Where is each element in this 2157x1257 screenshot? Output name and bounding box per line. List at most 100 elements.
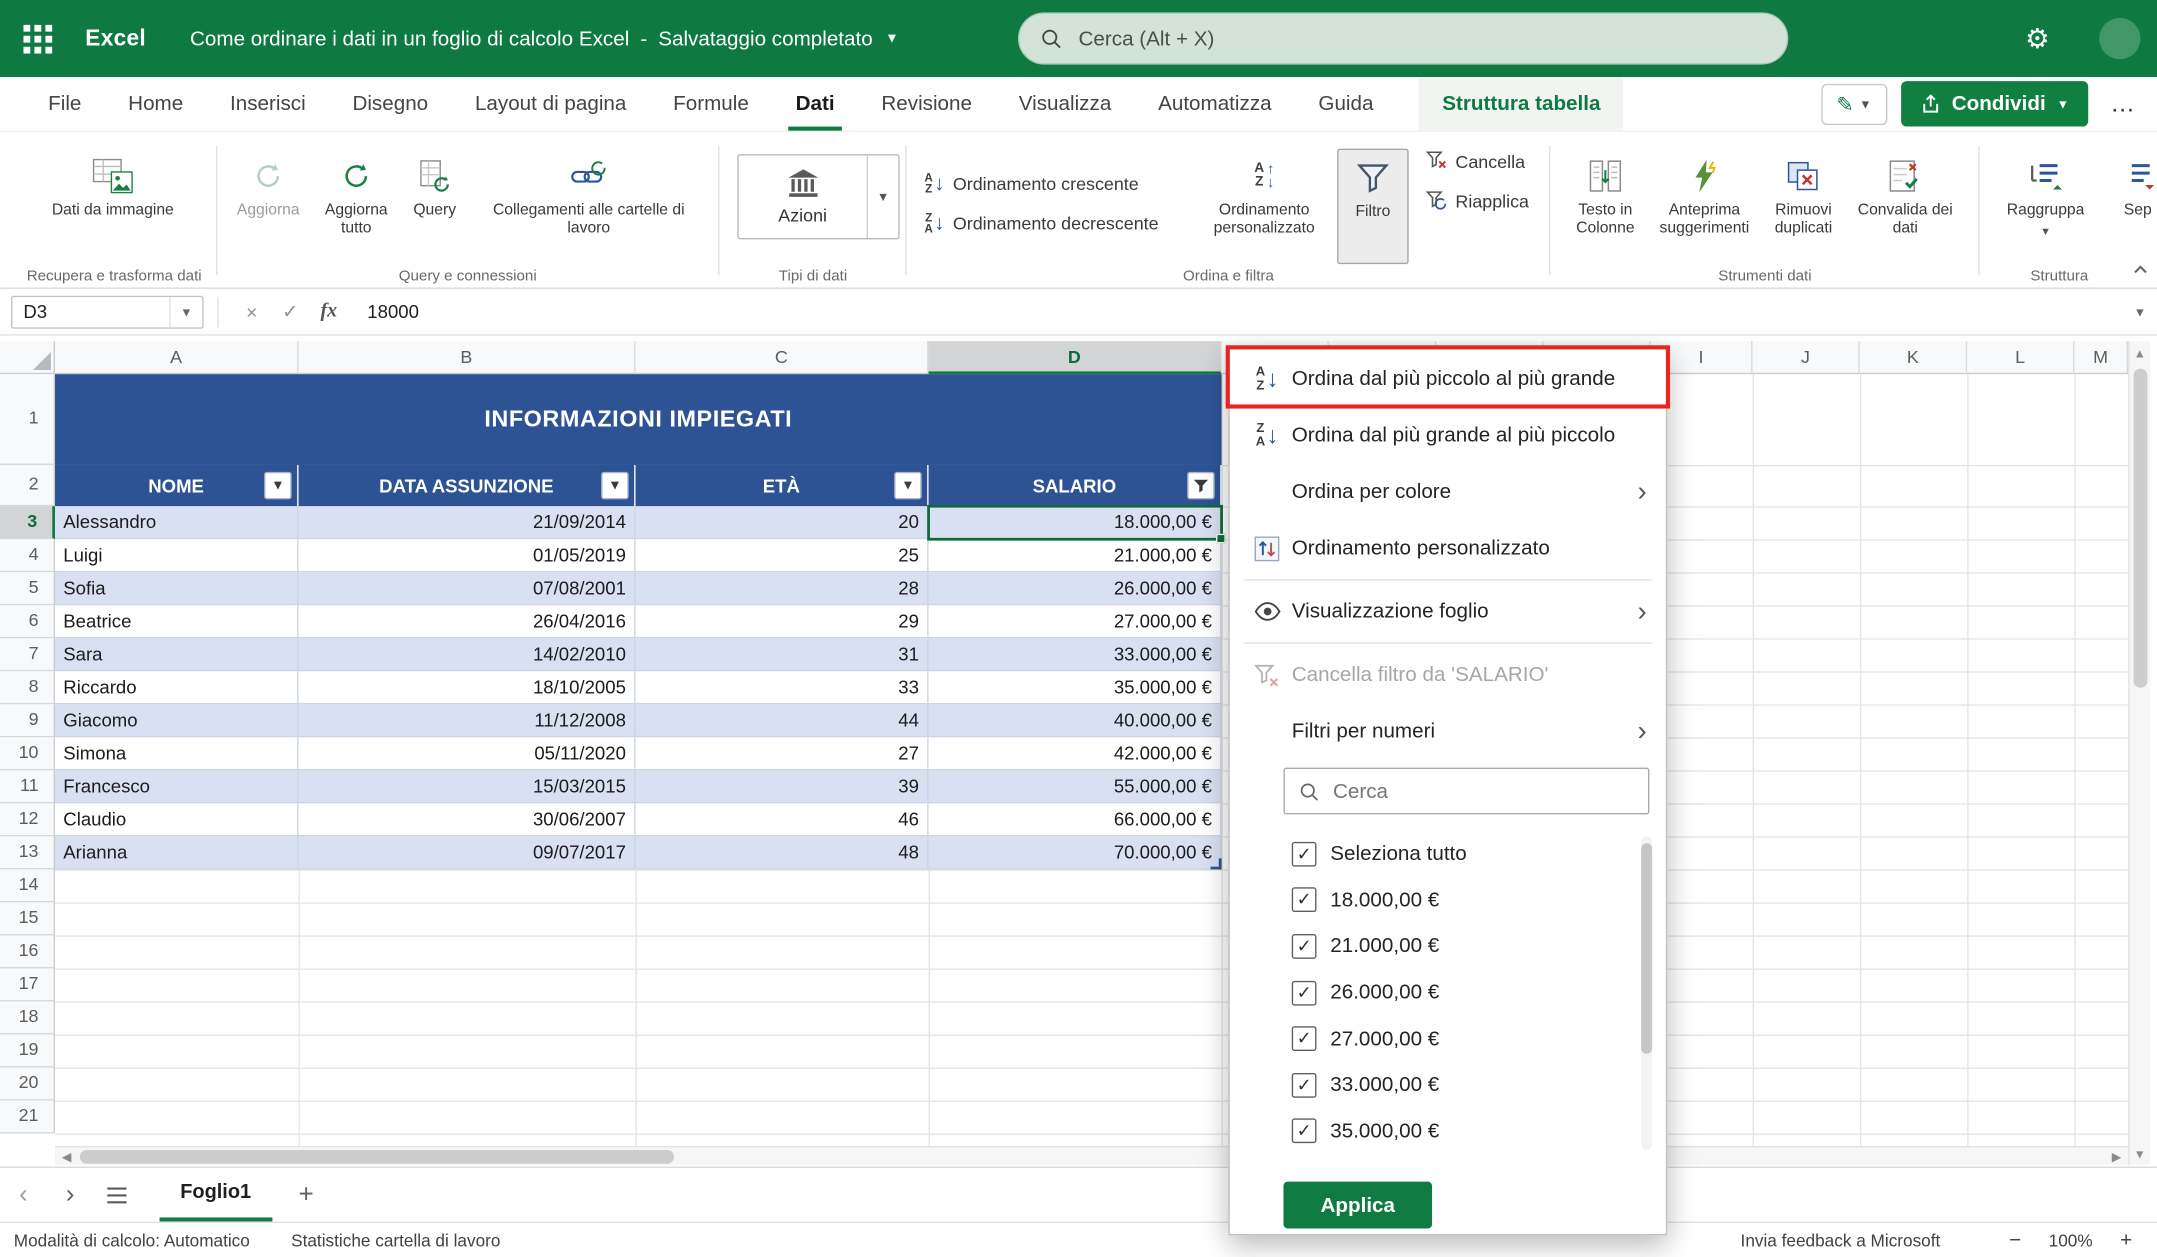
horizontal-scroll-thumb[interactable] — [80, 1150, 674, 1164]
refresh-all-button[interactable]: Aggiorna tutto — [314, 149, 399, 265]
table-cell[interactable]: Giacomo — [55, 704, 298, 737]
checkbox-checked-icon[interactable]: ✓ — [1292, 1073, 1317, 1098]
table-cell[interactable]: 20 — [636, 506, 929, 539]
table-cell[interactable]: Sara — [55, 638, 298, 671]
data-from-picture-button[interactable]: Dati da immagine — [41, 149, 184, 265]
table-cell[interactable]: 21/09/2014 — [299, 506, 636, 539]
table-cell[interactable]: 35.000,00 € — [929, 671, 1222, 704]
apply-button[interactable]: Applica — [1283, 1182, 1432, 1229]
ribbon-tab-formule[interactable]: Formule — [650, 77, 772, 131]
table-cell[interactable]: 26/04/2016 — [299, 605, 636, 638]
sheet-nav-prev-button[interactable]: ‹ — [0, 1171, 47, 1218]
row-header-6[interactable]: 6 — [0, 605, 55, 638]
row-header-7[interactable]: 7 — [0, 638, 55, 671]
table-cell[interactable]: 33 — [636, 671, 929, 704]
scroll-up-icon[interactable]: ▲ — [2129, 347, 2150, 361]
row-header-8[interactable]: 8 — [0, 671, 55, 704]
checkbox-checked-icon[interactable]: ✓ — [1292, 842, 1317, 867]
menu-item-visualizzazione-foglio[interactable]: Visualizzazione foglio› — [1230, 583, 1666, 639]
row-header-13[interactable]: 13 — [0, 836, 55, 869]
table-cell[interactable]: Francesco — [55, 770, 298, 803]
custom-sort-button[interactable]: AZ↑↓ Ordinamento personalizzato — [1202, 149, 1326, 265]
zoom-out-button[interactable]: − — [2006, 1228, 2024, 1251]
confirm-entry-button[interactable]: ✓ — [271, 295, 310, 328]
vertical-scrollbar[interactable]: ▲ ▼ — [2128, 341, 2150, 1165]
table-resize-handle[interactable] — [1211, 858, 1222, 869]
table-cell[interactable]: 26.000,00 € — [929, 572, 1222, 605]
row-header-5[interactable]: 5 — [0, 572, 55, 605]
ribbon-tab-inserisci[interactable]: Inserisci — [207, 77, 329, 131]
table-cell[interactable]: 25 — [636, 539, 929, 572]
search-input[interactable] — [1076, 25, 1767, 51]
draw-pen-dropdown[interactable]: ✎▼ — [1821, 83, 1887, 124]
table-cell[interactable]: 70.000,00 € — [929, 836, 1222, 869]
row-header-10[interactable]: 10 — [0, 737, 55, 770]
filter-list-scroll-thumb[interactable] — [1641, 843, 1652, 1053]
column-header-A[interactable]: A — [55, 341, 298, 374]
data-validation-button[interactable]: Convalida dei dati — [1849, 149, 1962, 265]
checkbox-checked-icon[interactable]: ✓ — [1292, 1026, 1317, 1051]
filter-button-data-assunzione[interactable]: ▼ — [601, 472, 629, 500]
feedback-link[interactable]: Invia feedback a Microsoft — [1741, 1231, 1941, 1250]
menu-item-ordina-dal-pi-piccolo-al-pi-grande[interactable]: AZ↓Ordina dal più piccolo al più grande — [1230, 351, 1666, 407]
reapply-filter-button[interactable]: Riapplica — [1420, 183, 1535, 219]
row-header-11[interactable]: 11 — [0, 770, 55, 803]
menu-item-ordina-per-colore[interactable]: Ordina per colore› — [1230, 464, 1666, 520]
formula-input[interactable]: 18000 — [367, 301, 419, 322]
name-box[interactable]: ▼ — [11, 295, 204, 328]
table-cell[interactable]: 14/02/2010 — [299, 638, 636, 671]
checkbox-checked-icon[interactable]: ✓ — [1292, 888, 1317, 913]
filter-checkbox-item-33-000-00[interactable]: ✓33.000,00 € — [1230, 1062, 1666, 1108]
row-header-16[interactable]: 16 — [0, 935, 55, 968]
filter-checkbox-item-21-000-00[interactable]: ✓21.000,00 € — [1230, 923, 1666, 969]
filter-checkbox-item-27-000-00[interactable]: ✓27.000,00 € — [1230, 1016, 1666, 1062]
ribbon-tab-home[interactable]: Home — [105, 77, 207, 131]
select-all-corner[interactable] — [0, 341, 55, 374]
table-cell[interactable]: 15/03/2015 — [299, 770, 636, 803]
table-cell[interactable]: Luigi — [55, 539, 298, 572]
table-cell[interactable]: 55.000,00 € — [929, 770, 1222, 803]
row-header-4[interactable]: 4 — [0, 539, 55, 572]
sheet-nav-next-button[interactable]: › — [47, 1171, 94, 1218]
column-header-D[interactable]: D — [929, 341, 1222, 374]
sheet-tab-foglio1[interactable]: Foglio1 — [160, 1168, 272, 1222]
filter-button-et[interactable]: ▼ — [894, 472, 922, 500]
filter-search-input[interactable] — [1330, 778, 1634, 804]
expand-formula-bar-icon[interactable]: ▼ — [2134, 305, 2146, 319]
text-to-columns-button[interactable]: Testo in Colonne — [1563, 149, 1648, 265]
row-header-3[interactable]: 3 — [0, 506, 55, 539]
zoom-in-button[interactable]: + — [2117, 1228, 2135, 1251]
ungroup-button[interactable]: Sep — [2096, 149, 2157, 265]
row-header-12[interactable]: 12 — [0, 803, 55, 836]
sort-ascending-button[interactable]: AZ↓ Ordinamento crescente — [919, 165, 1144, 201]
checkbox-checked-icon[interactable]: ✓ — [1292, 1119, 1317, 1144]
fill-handle[interactable] — [1216, 534, 1226, 544]
row-header-14[interactable]: 14 — [0, 869, 55, 902]
ribbon-tab-automatizza[interactable]: Automatizza — [1135, 77, 1295, 131]
all-sheets-menu-button[interactable] — [94, 1171, 141, 1218]
table-cell[interactable]: 27 — [636, 737, 929, 770]
table-cell[interactable]: Beatrice — [55, 605, 298, 638]
flash-fill-button[interactable]: Anteprima suggerimenti — [1651, 149, 1758, 265]
cancel-entry-button[interactable]: × — [232, 295, 271, 328]
table-cell[interactable]: 46 — [636, 803, 929, 836]
filter-button-nome[interactable]: ▼ — [264, 472, 292, 500]
table-cell[interactable]: 07/08/2001 — [299, 572, 636, 605]
search-box[interactable] — [1018, 12, 1788, 64]
table-cell[interactable]: 11/12/2008 — [299, 704, 636, 737]
row-header-18[interactable]: 18 — [0, 1001, 55, 1034]
menu-item-ordina-dal-pi-grande-al-pi-piccolo[interactable]: ZA↓Ordina dal più grande al più piccolo — [1230, 407, 1666, 463]
filter-button-salario[interactable] — [1187, 472, 1215, 500]
row-header-15[interactable]: 15 — [0, 902, 55, 935]
table-cell[interactable]: 40.000,00 € — [929, 704, 1222, 737]
name-box-dropdown[interactable]: ▼ — [169, 296, 202, 326]
app-launcher-button[interactable] — [11, 12, 63, 64]
table-cell[interactable]: Sofia — [55, 572, 298, 605]
share-button[interactable]: Condividi ▼ — [1901, 81, 2088, 126]
column-header-B[interactable]: B — [299, 341, 636, 374]
collapse-ribbon-icon[interactable] — [2132, 257, 2149, 282]
row-header-9[interactable]: 9 — [0, 704, 55, 737]
table-cell[interactable]: 05/11/2020 — [299, 737, 636, 770]
filter-checkbox-item-18-000-00[interactable]: ✓18.000,00 € — [1230, 877, 1666, 923]
vertical-scroll-thumb[interactable] — [2134, 369, 2148, 688]
